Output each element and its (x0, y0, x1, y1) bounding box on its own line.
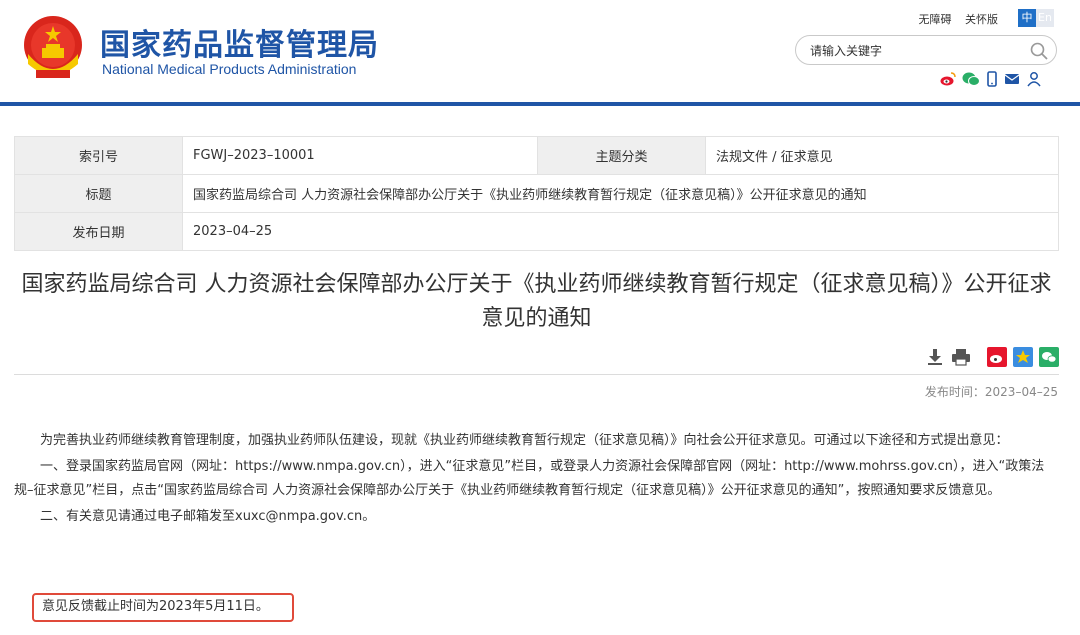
print-icon[interactable] (951, 347, 971, 367)
lang-cn-button[interactable]: 中 (1018, 9, 1036, 27)
date-value: 2023–04–25 (182, 212, 1059, 251)
share-qzone-icon[interactable] (1013, 347, 1033, 367)
search-icon[interactable] (1030, 42, 1048, 60)
article-tools (925, 347, 1065, 367)
share-weibo-icon[interactable] (987, 347, 1007, 367)
article-body: 为完善执业药师继续教育管理制度，加强执业药师队伍建设，现就《执业药师继续教育暂行… (14, 429, 1059, 531)
user-icon[interactable] (1026, 71, 1042, 87)
article-title: 国家药监局综合司 人力资源社会保障部办公厅关于《执业药师继续教育暂行规定（征求意… (21, 272, 1052, 331)
index-value: FGWJ–2023–10001 (182, 136, 538, 175)
publish-time: 发布时间：2023–04–25 (924, 385, 1058, 399)
title-value: 国家药监局综合司 人力资源社会保障部办公厅关于《执业药师继续教育暂行规定（征求意… (182, 174, 1059, 213)
document-info-table: 索引号 FGWJ–2023–10001 主题分类 法规文件 / 征求意见 标题 … (14, 136, 1059, 251)
weibo-icon[interactable] (940, 71, 956, 87)
wechat-icon[interactable] (962, 71, 980, 87)
paragraph: 二、有关意见请通过电子邮箱发至xuxc@nmpa.gov.cn。 (40, 509, 376, 524)
table-row: 标题 国家药监局综合司 人力资源社会保障部办公厅关于《执业药师继续教育暂行规定（… (14, 174, 1059, 213)
share-wechat-icon[interactable] (1039, 347, 1059, 367)
table-row: 索引号 FGWJ–2023–10001 主题分类 法规文件 / 征求意见 (14, 136, 1059, 175)
title-label: 标题 (14, 174, 183, 213)
category-label: 主题分类 (537, 136, 706, 175)
accessibility-link[interactable]: 无障碍 (919, 13, 952, 26)
search-box (795, 35, 1057, 65)
table-row: 发布日期 2023–04–25 (14, 212, 1059, 251)
download-icon[interactable] (925, 347, 945, 367)
care-mode-link[interactable]: 关怀版 (965, 13, 998, 26)
title-divider (14, 374, 1059, 375)
index-label: 索引号 (14, 136, 183, 175)
top-links: 无障碍 关怀版 (909, 11, 999, 27)
site-title-cn[interactable]: 国家药品监督管理局 (100, 20, 379, 64)
paragraph: 一、登录国家药监局官网（网址：https://www.nmpa.gov.cn），… (14, 459, 1045, 498)
header-rule (0, 102, 1080, 106)
national-emblem-icon[interactable] (22, 14, 84, 80)
language-switch: 中 En (1018, 9, 1054, 27)
search-input[interactable] (810, 42, 1020, 60)
site-header: 国家药品监督管理局 National Medical Products Admi… (0, 0, 1080, 104)
category-value: 法规文件 / 征求意见 (705, 136, 1059, 175)
paragraph: 为完善执业药师继续教育管理制度，加强执业药师队伍建设，现就《执业药师继续教育暂行… (40, 433, 1009, 448)
date-label: 发布日期 (14, 212, 183, 251)
lang-en-button[interactable]: En (1036, 9, 1054, 27)
site-title-en[interactable]: National Medical Products Administration (102, 61, 356, 77)
mail-icon[interactable] (1004, 71, 1020, 87)
mobile-icon[interactable] (986, 71, 998, 87)
deadline-paragraph: 意见反馈截止时间为2023年5月11日。 (42, 599, 269, 614)
social-links (940, 71, 1042, 87)
